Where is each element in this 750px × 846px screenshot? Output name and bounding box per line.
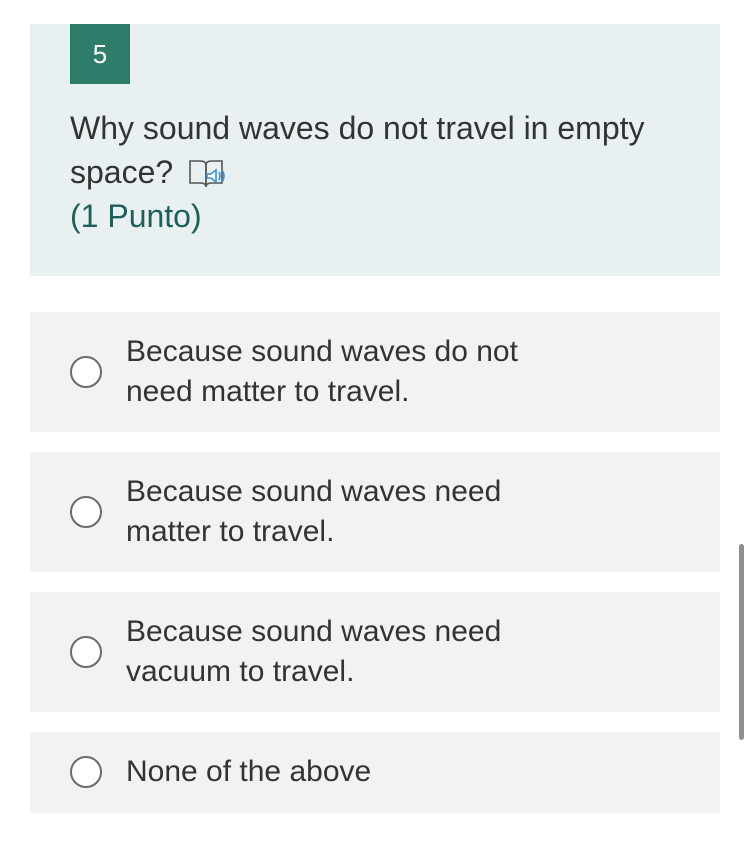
immersive-reader-icon[interactable] [187, 155, 231, 191]
radio-button[interactable] [70, 496, 102, 528]
answer-option-4[interactable]: None of the above [30, 732, 720, 813]
question-text-block: Why sound waves do not travel in empty s… [70, 106, 670, 238]
answer-option-label: Because sound waves need matter to trave… [126, 475, 502, 548]
answer-option-label: None of the above [126, 755, 372, 788]
answer-option-1[interactable]: Because sound waves do not need matter t… [30, 312, 720, 432]
answer-option-label: Because sound waves need vacuum to trave… [126, 615, 502, 688]
quiz-page: 5 Why sound waves do not travel in empty… [0, 0, 750, 846]
question-number-badge: 5 [70, 24, 130, 84]
answer-option-3[interactable]: Because sound waves need vacuum to trave… [30, 592, 720, 712]
answer-option-2[interactable]: Because sound waves need matter to trave… [30, 452, 720, 572]
question-points: (1 Punto) [70, 198, 202, 234]
radio-button[interactable] [70, 636, 102, 668]
question-title: Why sound waves do not travel in empty s… [70, 110, 645, 190]
answer-option-label: Because sound waves do not need matter t… [126, 335, 518, 408]
question-card: 5 Why sound waves do not travel in empty… [30, 24, 720, 276]
radio-button[interactable] [70, 356, 102, 388]
radio-button[interactable] [70, 756, 102, 788]
scrollbar[interactable] [739, 544, 744, 740]
